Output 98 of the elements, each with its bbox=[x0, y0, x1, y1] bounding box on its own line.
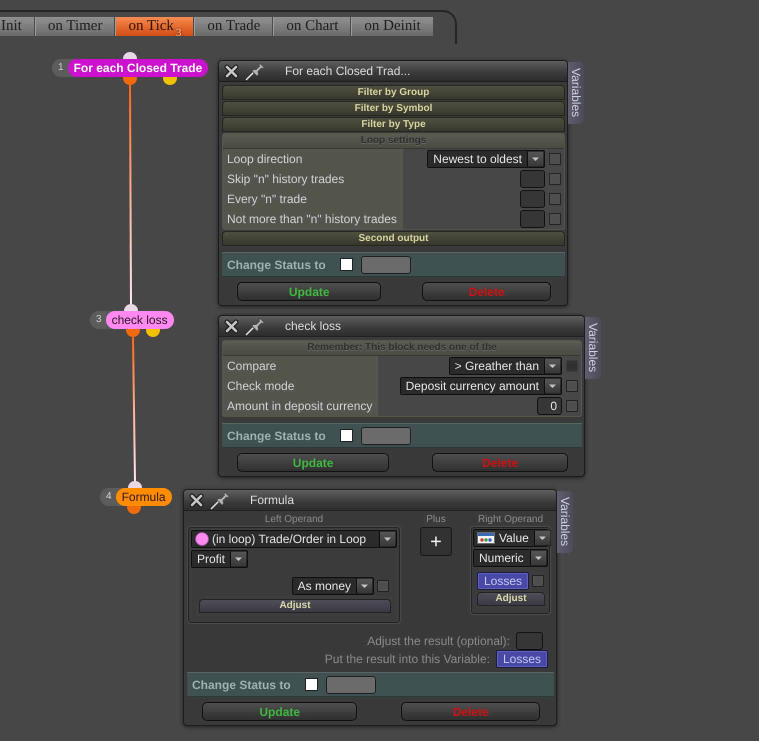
section-header[interactable]: Second output bbox=[222, 231, 565, 246]
output-port-icon[interactable] bbox=[163, 77, 177, 85]
checkbox[interactable] bbox=[340, 429, 353, 442]
update-button[interactable]: Update bbox=[202, 702, 358, 721]
event-tab[interactable]: on Timer bbox=[34, 17, 116, 36]
caret-icon bbox=[530, 550, 547, 566]
dropdown[interactable]: Deposit currency amount bbox=[400, 377, 562, 395]
setting-label: Check mode bbox=[223, 376, 378, 396]
variable-chip[interactable]: Losses bbox=[496, 650, 548, 668]
update-button[interactable]: Update bbox=[237, 453, 390, 472]
checkbox[interactable] bbox=[566, 400, 578, 412]
close-icon[interactable] bbox=[224, 318, 239, 334]
dropdown[interactable]: Numeric bbox=[473, 549, 548, 567]
node-title[interactable]: For each Closed Trade bbox=[68, 59, 208, 77]
event-tab[interactable]: on Trade bbox=[194, 17, 274, 36]
node-title[interactable]: check loss bbox=[106, 311, 174, 329]
caret-icon bbox=[544, 358, 561, 374]
node-title[interactable]: Formula bbox=[116, 488, 172, 506]
status-field[interactable] bbox=[360, 256, 411, 274]
setting-label: Amount in deposit currency bbox=[223, 396, 378, 416]
adjust-button[interactable]: Adjust bbox=[477, 592, 545, 606]
operand-label: Left Operand bbox=[264, 514, 324, 525]
panel-title: check loss bbox=[285, 319, 342, 333]
dropdown[interactable]: Profit bbox=[191, 550, 248, 568]
status-label: Change Status to bbox=[227, 258, 326, 272]
input-port-icon[interactable] bbox=[128, 481, 142, 488]
checkbox[interactable] bbox=[340, 258, 353, 271]
checkbox[interactable] bbox=[549, 193, 561, 205]
caret-icon bbox=[230, 551, 248, 567]
flow-node[interactable]: 4 Formula bbox=[100, 488, 172, 506]
input-field[interactable] bbox=[516, 632, 543, 650]
dropdown[interactable]: (in loop) Trade/Order in Loop bbox=[191, 530, 397, 548]
event-tab[interactable]: on Deinit bbox=[351, 17, 434, 36]
checkbox[interactable] bbox=[532, 575, 544, 587]
input-port-icon[interactable] bbox=[123, 52, 137, 59]
caret-icon bbox=[356, 578, 373, 594]
close-icon[interactable] bbox=[189, 492, 204, 508]
event-tab[interactable]: on Chart bbox=[273, 17, 352, 36]
event-count: 3 bbox=[176, 28, 182, 39]
dropdown[interactable]: Newest to oldest bbox=[427, 150, 545, 168]
pin-icon[interactable] bbox=[210, 490, 231, 510]
node-number: 3 bbox=[95, 313, 103, 327]
caret-icon bbox=[379, 531, 396, 547]
checkbox[interactable] bbox=[304, 678, 318, 691]
checkbox[interactable] bbox=[549, 173, 561, 185]
input-field[interactable] bbox=[520, 190, 545, 208]
operand-label: Right Operand bbox=[478, 514, 544, 525]
dropdown[interactable]: Value bbox=[473, 529, 548, 547]
operator-button[interactable]: + bbox=[420, 527, 452, 556]
checkbox[interactable] bbox=[377, 580, 389, 592]
setting-label: Not more than "n" history trades bbox=[223, 209, 403, 229]
section-header[interactable]: Filter by Type bbox=[222, 117, 565, 132]
flow-node[interactable]: 3 check loss bbox=[90, 311, 174, 329]
result-label: Adjust the result (optional): bbox=[367, 634, 510, 648]
close-icon[interactable] bbox=[224, 64, 239, 78]
pin-icon[interactable] bbox=[245, 62, 266, 80]
node-number: 4 bbox=[105, 490, 113, 504]
flow-node[interactable]: 1 For each Closed Trade bbox=[52, 59, 208, 77]
output-port-icon[interactable] bbox=[127, 506, 141, 514]
status-label: Change Status to bbox=[227, 428, 326, 442]
status-field[interactable] bbox=[360, 426, 411, 444]
variables-tab[interactable]: Variables bbox=[568, 62, 584, 124]
input-field[interactable] bbox=[520, 210, 545, 228]
operator-label: Plus bbox=[426, 514, 446, 525]
dropdown[interactable]: As money bbox=[292, 577, 374, 595]
setting-label: Every "n" trade bbox=[223, 189, 403, 209]
status-label: Change Status to bbox=[192, 678, 291, 692]
caret-icon bbox=[534, 530, 551, 546]
section-header[interactable]: Filter by Symbol bbox=[222, 101, 565, 116]
checkbox[interactable] bbox=[566, 380, 578, 392]
panel-title: Formula bbox=[250, 493, 294, 507]
result-label: Put the result into this Variable: bbox=[324, 652, 490, 666]
window-icon bbox=[477, 532, 495, 544]
event-tab[interactable]: Init bbox=[0, 17, 35, 36]
caret-icon bbox=[527, 151, 544, 167]
output-port-icon[interactable] bbox=[123, 77, 137, 85]
input-field[interactable]: 0 bbox=[537, 397, 562, 415]
update-button[interactable]: Update bbox=[237, 282, 382, 301]
input-port-icon[interactable] bbox=[124, 304, 138, 311]
output-port-icon[interactable] bbox=[126, 329, 140, 337]
panel-title: For each Closed Trad... bbox=[285, 64, 410, 78]
variables-tab[interactable]: Variables bbox=[557, 491, 573, 553]
status-field[interactable] bbox=[326, 676, 376, 694]
input-field[interactable] bbox=[520, 170, 545, 188]
circle-icon bbox=[195, 532, 209, 546]
setting-label: Compare bbox=[223, 356, 378, 376]
section-header[interactable]: Filter by Group bbox=[222, 85, 565, 100]
node-number: 1 bbox=[57, 61, 65, 75]
setting-label: Skip "n" history trades bbox=[223, 169, 403, 189]
checkbox[interactable] bbox=[549, 153, 561, 165]
checkbox[interactable] bbox=[549, 213, 561, 225]
variable-chip[interactable]: Losses bbox=[476, 572, 530, 590]
pin-icon[interactable] bbox=[245, 316, 266, 336]
caret-icon bbox=[544, 378, 561, 394]
adjust-button[interactable]: Adjust bbox=[199, 599, 391, 613]
output-port-icon[interactable] bbox=[146, 329, 160, 337]
setting-label: Loop direction bbox=[223, 149, 403, 169]
variables-tab[interactable]: Variables bbox=[585, 317, 601, 379]
